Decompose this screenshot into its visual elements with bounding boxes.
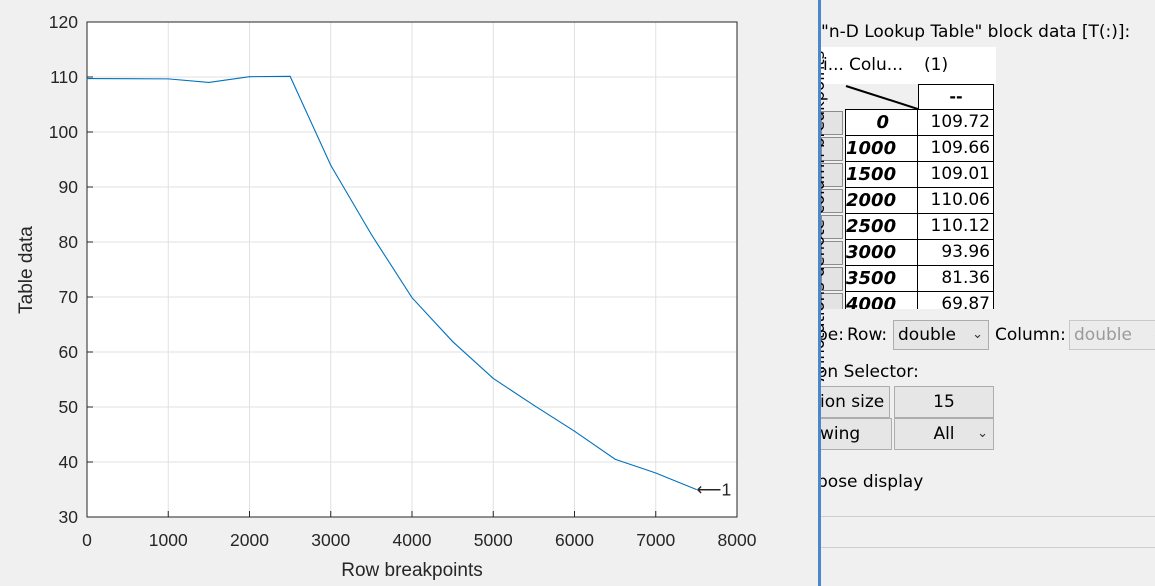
x-tick-label: 6000 (555, 530, 594, 550)
data-point (452, 341, 454, 343)
data-point (492, 377, 494, 379)
y-tick-label: 80 (59, 232, 79, 252)
data-point (289, 75, 291, 77)
showing-value: All (933, 424, 955, 444)
selector-title: on Selector: (818, 362, 919, 382)
row-breakpoint-cell[interactable]: 4000 (845, 292, 918, 309)
row-type-dropdown[interactable]: double ⌄ (893, 320, 989, 350)
x-tick-label: 1000 (149, 530, 188, 550)
column-type-value: double (1074, 325, 1132, 345)
y-tick-label: 120 (49, 12, 78, 32)
data-point (574, 430, 575, 432)
row-breakpoint-cell[interactable]: 3000 (845, 240, 918, 266)
table-value-cell[interactable]: 69.87 (918, 292, 994, 309)
x-tick-label: 7000 (636, 530, 675, 550)
table-header-one[interactable]: (1) (920, 47, 996, 84)
data-point (533, 404, 535, 406)
selection-size-input[interactable]: 15 (894, 386, 994, 418)
table-value-cell[interactable]: 110.12 (918, 214, 994, 240)
table-value-cell[interactable]: 109.66 (918, 136, 994, 162)
block-data-title: "n-D Lookup Table" block data [T(:)]: (821, 22, 1131, 42)
data-point (208, 81, 210, 83)
data-point (86, 78, 88, 80)
column-breakpoint-cell[interactable]: -- (918, 84, 994, 110)
x-tick-label: 2000 (230, 530, 269, 550)
line-chart: 0 1000 2000 3000 4000 5000 6000 7000 8000 30 40 50 6… (16, 12, 757, 581)
table-value-cell[interactable]: 110.06 (918, 188, 994, 214)
row-breakpoint-cell[interactable]: 2000 (845, 188, 918, 214)
row-breakpoint-cell[interactable]: 1500 (845, 162, 918, 188)
table-value-cell[interactable]: 109.72 (918, 110, 994, 136)
table-value-cell[interactable]: 81.36 (918, 266, 994, 292)
column-type-dropdown: double ⌄ (1069, 320, 1155, 350)
corner-diagonal-icon (845, 85, 919, 110)
data-point (411, 297, 413, 299)
x-tick-label: 3000 (311, 530, 350, 550)
type-label: pe: (818, 325, 844, 345)
series-annotation: ⟵1 (696, 480, 731, 500)
lookup-table-editor-panel: "n-D Lookup Table" block data [T(:)]: i.… (818, 0, 1155, 586)
bottom-strip (821, 516, 1155, 548)
y-tick-label: 30 (59, 507, 79, 527)
x-tick-label: 4000 (393, 530, 432, 550)
transpose-display-checkbox-label[interactable]: pose display (821, 472, 923, 492)
column-type-label: Column: (995, 325, 1066, 345)
row-breakpoint-cell[interactable]: 0 (845, 110, 918, 136)
y-tick-label: 110 (50, 67, 78, 87)
data-point (330, 164, 332, 166)
row-type-value: double (898, 325, 956, 345)
y-tick-label: 40 (59, 452, 79, 472)
selection-size-label: ion size (821, 386, 890, 418)
chevron-down-icon: ⌄ (972, 327, 983, 342)
y-tick-label: 90 (59, 177, 79, 197)
table-value-cell[interactable]: 109.01 (918, 162, 994, 188)
showing-dropdown[interactable]: All ⌄ (894, 418, 994, 450)
data-table: i... Colu... (1) -- 0 109.72 1000 109.66 150… (821, 47, 996, 309)
showing-label: wing (821, 418, 892, 450)
data-point (655, 472, 657, 474)
x-tick-label: 5000 (474, 530, 513, 550)
y-tick-label: 60 (59, 342, 79, 362)
row-breakpoint-cell[interactable]: 1000 (845, 136, 918, 162)
y-axis-label: Table data (16, 226, 37, 314)
table-corner-cell (845, 84, 919, 110)
data-point (249, 76, 250, 78)
y-tick-label: 100 (49, 122, 78, 142)
table-header-column[interactable]: Colu... (845, 47, 921, 84)
row-type-label: Row: (847, 325, 888, 345)
row-breakpoint-cell[interactable]: 3500 (845, 266, 918, 292)
data-point (614, 458, 616, 460)
x-axis-label: Row breakpoints (341, 560, 483, 581)
data-point (167, 78, 169, 80)
row-breakpoint-cell[interactable]: 2500 (845, 214, 918, 240)
data-point (370, 234, 372, 236)
y-tick-label: 50 (59, 397, 79, 417)
plot-figure: 0 1000 2000 3000 4000 5000 6000 7000 8000 30 40 50 6… (0, 0, 818, 586)
x-tick-label: 0 (82, 530, 92, 550)
y-tick-label: 70 (59, 287, 79, 307)
x-tick-label: 8000 (718, 530, 757, 550)
table-value-cell[interactable]: 93.96 (918, 240, 994, 266)
chevron-down-icon: ⌄ (977, 426, 988, 441)
